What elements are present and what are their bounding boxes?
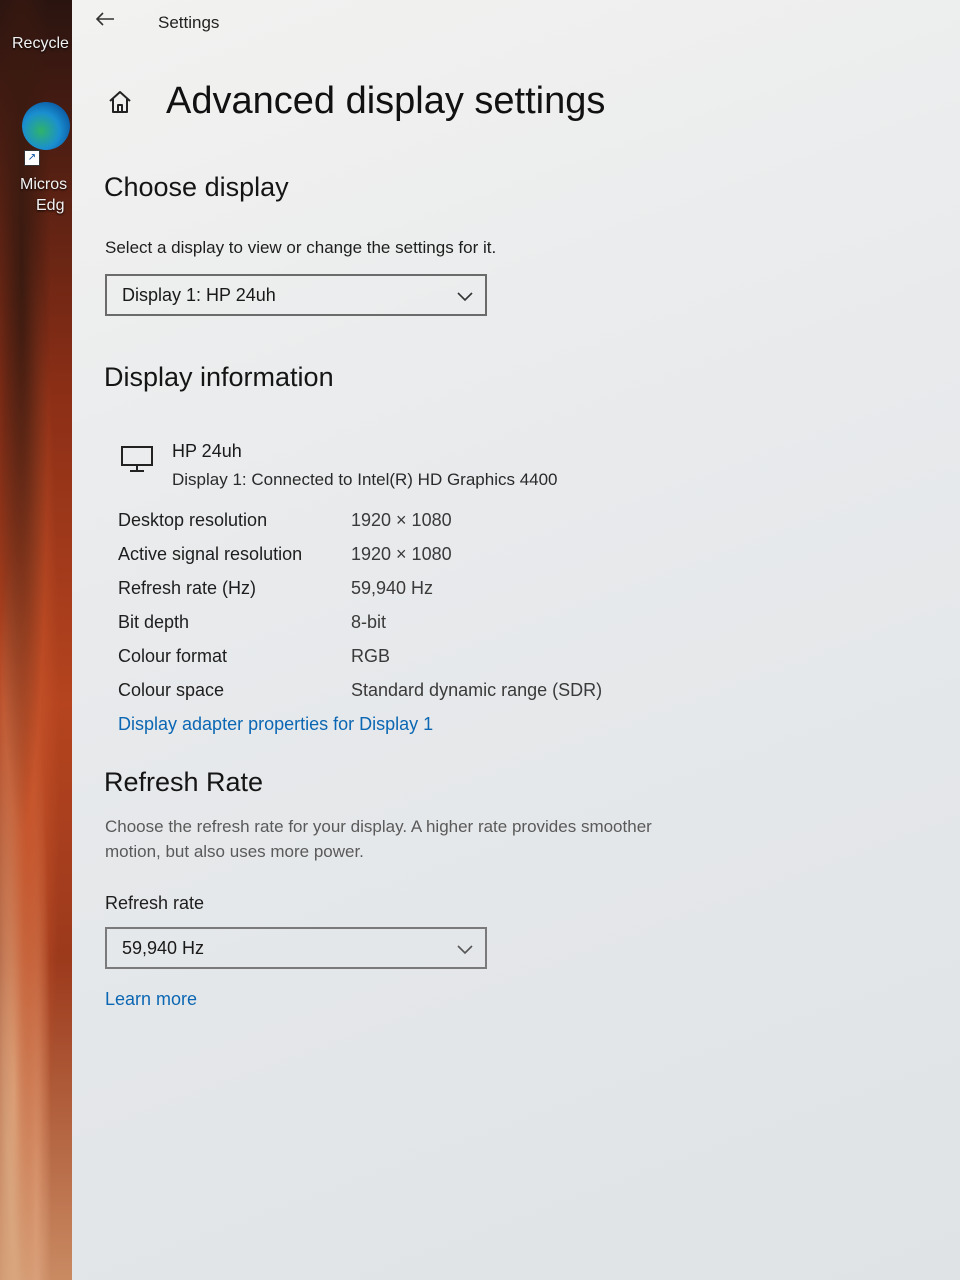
info-value: Standard dynamic range (SDR) [351, 680, 603, 700]
page-title: Advanced display settings [166, 80, 606, 122]
info-label: Colour space [118, 680, 225, 700]
display-select-value: Display 1: HP 24uh [122, 285, 276, 305]
desktop-icon-label-line2: Edg [36, 197, 65, 214]
window-title: Settings [158, 13, 220, 32]
desktop-icon-edge[interactable]: Micros Edg [20, 174, 80, 216]
learn-more-link[interactable]: Learn more [105, 989, 197, 1010]
monitor-connection: Display 1: Connected to Intel(R) HD Grap… [172, 470, 558, 489]
info-row-colour-format: Colour format RGB [118, 646, 718, 672]
shortcut-arrow-icon: ↗ [24, 150, 40, 166]
display-information-heading: Display information [104, 362, 334, 392]
info-row-active-signal-resolution: Active signal resolution 1920 × 1080 [118, 544, 718, 570]
refresh-rate-heading: Refresh Rate [104, 767, 264, 797]
settings-window: Settings Advanced display settings Choos… [72, 0, 960, 1280]
info-row-refresh-rate: Refresh rate (Hz) 59,940 Hz [118, 578, 718, 604]
refresh-rate-dropdown[interactable]: 59,940 Hz [105, 927, 487, 969]
refresh-rate-field-label: Refresh rate [105, 893, 205, 913]
info-label: Active signal resolution [118, 544, 303, 564]
desktop-wallpaper: Recycle ↗ Micros Edg [0, 0, 72, 1280]
back-arrow-icon[interactable] [92, 8, 118, 34]
refresh-rate-value: 59,940 Hz [122, 938, 205, 958]
choose-display-instruction: Select a display to view or change the s… [105, 238, 497, 257]
info-label: Colour format [118, 646, 228, 666]
chevron-down-icon [455, 939, 475, 959]
info-value: RGB [351, 646, 391, 666]
info-value: 59,940 Hz [351, 578, 434, 598]
home-icon[interactable] [106, 88, 134, 116]
info-value: 1920 × 1080 [351, 544, 452, 564]
monitor-icon [120, 444, 154, 474]
info-value: 8-bit [351, 612, 387, 632]
chevron-down-icon [455, 286, 475, 306]
display-adapter-properties-link[interactable]: Display adapter properties for Display 1 [118, 714, 433, 735]
desktop-icon-recycle-bin[interactable]: Recycle [12, 33, 72, 54]
desktop-icon-label: Micros [20, 176, 68, 193]
info-label: Bit depth [118, 612, 190, 632]
refresh-rate-description: Choose the refresh rate for your display… [105, 817, 652, 861]
info-row-colour-space: Colour space Standard dynamic range (SDR… [118, 680, 718, 706]
edge-logo-icon[interactable] [22, 102, 70, 150]
title-bar: Settings [72, 0, 960, 46]
choose-display-heading: Choose display [104, 172, 289, 202]
display-select-dropdown[interactable]: Display 1: HP 24uh [105, 274, 487, 316]
monitor-name: HP 24uh [172, 441, 242, 461]
info-row-bit-depth: Bit depth 8-bit [118, 612, 718, 638]
info-label: Desktop resolution [118, 510, 268, 530]
desktop-icon-label: Recycle [12, 35, 69, 52]
info-row-desktop-resolution: Desktop resolution 1920 × 1080 [118, 510, 718, 536]
info-value: 1920 × 1080 [351, 510, 452, 530]
info-label: Refresh rate (Hz) [118, 578, 257, 598]
